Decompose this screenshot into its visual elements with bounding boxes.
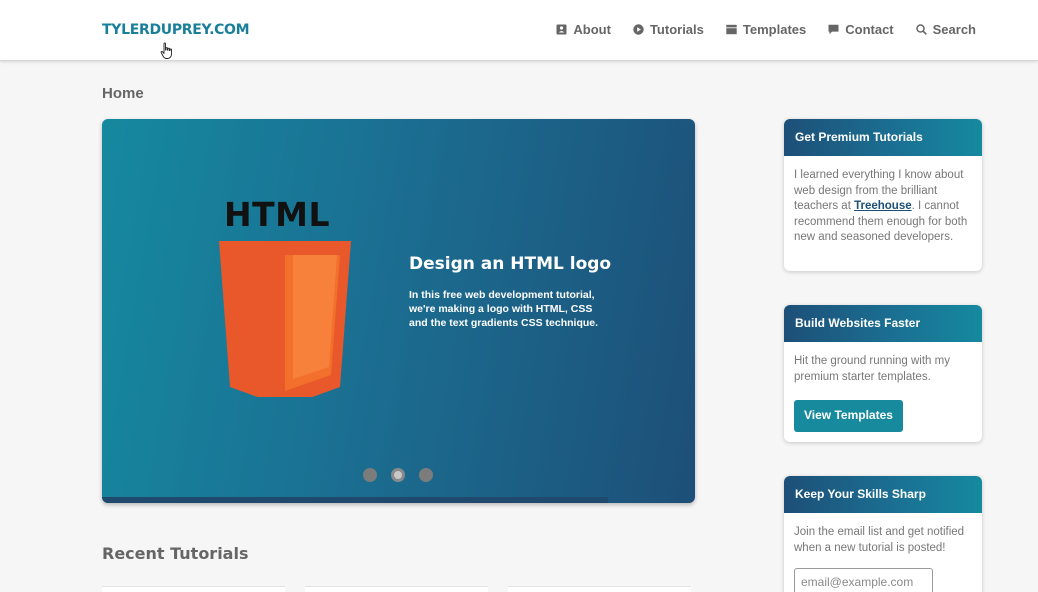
view-templates-button[interactable]: View Templates: [794, 400, 903, 432]
tutorial-card[interactable]: [508, 586, 691, 592]
slide-description: In this free web development tutorial, w…: [409, 289, 599, 329]
featured-slider[interactable]: HTML Design an HTML logo In this free we…: [102, 119, 695, 503]
tutorial-card[interactable]: [102, 586, 285, 592]
email-input[interactable]: [794, 568, 933, 592]
widget-title: Get Premium Tutorials: [784, 119, 982, 156]
nav-search[interactable]: Search: [915, 22, 976, 37]
slider-progress-bar: [102, 497, 608, 503]
nav-about-label: About: [573, 22, 611, 37]
widget-title: Build Websites Faster: [784, 305, 982, 342]
slider-dot-3[interactable]: [419, 468, 433, 482]
html-logo-text: HTML: [224, 195, 330, 234]
tutorial-card[interactable]: [305, 586, 488, 592]
nav-tutorials-label: Tutorials: [649, 22, 704, 37]
site-header: TYLERDUPREY.COM About Tutorials Template…: [0, 0, 1038, 61]
build-faster-widget: Build Websites Faster Hit the ground run…: [784, 305, 982, 442]
slide-title[interactable]: Design an HTML logo: [409, 254, 611, 274]
widget-text: Join the email list and get notified whe…: [794, 526, 965, 554]
site-logo[interactable]: TYLERDUPREY.COM: [102, 22, 250, 38]
slider-dot-1[interactable]: [363, 468, 377, 482]
window-icon: [726, 24, 737, 35]
premium-tutorials-widget: Get Premium Tutorials I learned everythi…: [784, 119, 982, 271]
widget-body: Join the email list and get notified whe…: [784, 513, 982, 592]
nav-templates[interactable]: Templates: [726, 22, 806, 37]
treehouse-link[interactable]: Treehouse: [854, 200, 912, 212]
main-nav: About Tutorials Templates Contact Search: [556, 22, 976, 37]
nav-contact-label: Contact: [845, 22, 894, 37]
slider-dots: [363, 468, 433, 482]
widget-title: Keep Your Skills Sharp: [784, 476, 982, 513]
widget-text: I learned everything I know about web de…: [784, 156, 982, 256]
hand-cursor-icon: [160, 42, 172, 59]
nav-search-label: Search: [932, 22, 976, 37]
slider-dot-2[interactable]: [391, 468, 405, 482]
newsletter-widget: Keep Your Skills Sharp Join the email li…: [784, 476, 982, 592]
search-icon: [915, 24, 927, 35]
recent-tutorials-heading: Recent Tutorials: [102, 544, 249, 563]
widget-body: Hit the ground running with my premium s…: [784, 342, 982, 442]
nav-about[interactable]: About: [556, 22, 611, 37]
id-card-icon: [556, 24, 567, 35]
recent-tutorials-list: [102, 586, 691, 592]
nav-tutorials[interactable]: Tutorials: [633, 22, 704, 37]
speech-bubble-icon: [828, 24, 839, 35]
nav-templates-label: Templates: [742, 22, 807, 37]
widget-text: Hit the ground running with my premium s…: [794, 355, 950, 383]
play-circle-icon: [633, 24, 644, 35]
breadcrumb[interactable]: Home: [102, 85, 144, 102]
nav-contact[interactable]: Contact: [828, 22, 894, 37]
